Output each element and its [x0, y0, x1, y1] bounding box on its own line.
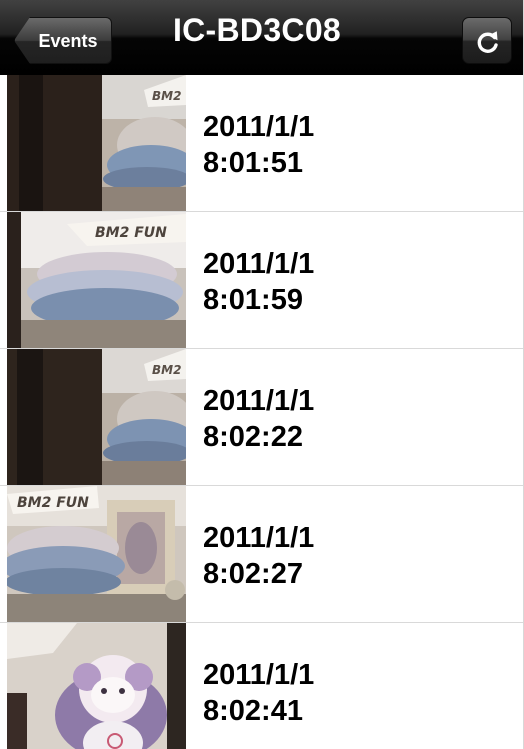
event-time: 8:02:27 [203, 558, 303, 590]
event-row[interactable]: BM2 2011/1/1 8:01:51 [0, 75, 523, 212]
event-timestamp: 2011/1/1 8:02:41 [203, 657, 314, 729]
event-row[interactable]: 2011/1/1 8:02:41 [0, 623, 523, 749]
refresh-button[interactable] [462, 17, 512, 64]
thumb-sign-text: BM2 FUN [17, 495, 89, 511]
event-thumbnail: BM2 FUN [7, 486, 186, 622]
event-thumbnail: BM2 [7, 349, 186, 485]
event-timestamp: 2011/1/1 8:02:22 [203, 383, 314, 455]
event-row[interactable]: BM2 FUN 2011/1/1 8:01:59 [0, 212, 523, 349]
event-time: 8:01:59 [203, 284, 303, 316]
event-time: 8:01:51 [203, 147, 303, 179]
event-date: 2011/1/1 [203, 111, 315, 143]
event-thumbnail: BM2 FUN [7, 212, 186, 348]
event-row[interactable]: BM2 2011/1/1 8:02:22 [0, 349, 523, 486]
event-timestamp: 2011/1/1 8:02:27 [203, 520, 314, 592]
event-row[interactable]: BM2 FUN 2011/1/1 8:02:27 [0, 486, 523, 623]
events-list: BM2 2011/1/1 8:01:51 BM2 FUN 2011/1/1 8:… [0, 75, 523, 749]
event-thumbnail [7, 623, 186, 749]
thumb-sign-text: BM2 FUN [95, 225, 167, 241]
page-title: IC-BD3C08 [172, 12, 342, 48]
navigation-bar: Events IC-BD3C08 [0, 0, 523, 75]
event-timestamp: 2011/1/1 8:01:59 [203, 246, 314, 318]
events-screen: Events IC-BD3C08 BM2 2011/1/1 8:01:51 BM… [0, 0, 524, 749]
event-date: 2011/1/1 [203, 522, 315, 554]
event-timestamp: 2011/1/1 8:01:51 [203, 109, 314, 181]
thumb-sign-text: BM2 [152, 363, 181, 377]
thumb-sign-text: BM2 [152, 89, 181, 103]
refresh-icon [477, 31, 498, 53]
event-date: 2011/1/1 [203, 659, 315, 691]
event-thumbnail: BM2 [7, 75, 186, 211]
event-date: 2011/1/1 [203, 248, 315, 280]
event-time: 8:02:22 [203, 421, 303, 453]
event-date: 2011/1/1 [203, 385, 315, 417]
event-time: 8:02:41 [203, 695, 303, 727]
